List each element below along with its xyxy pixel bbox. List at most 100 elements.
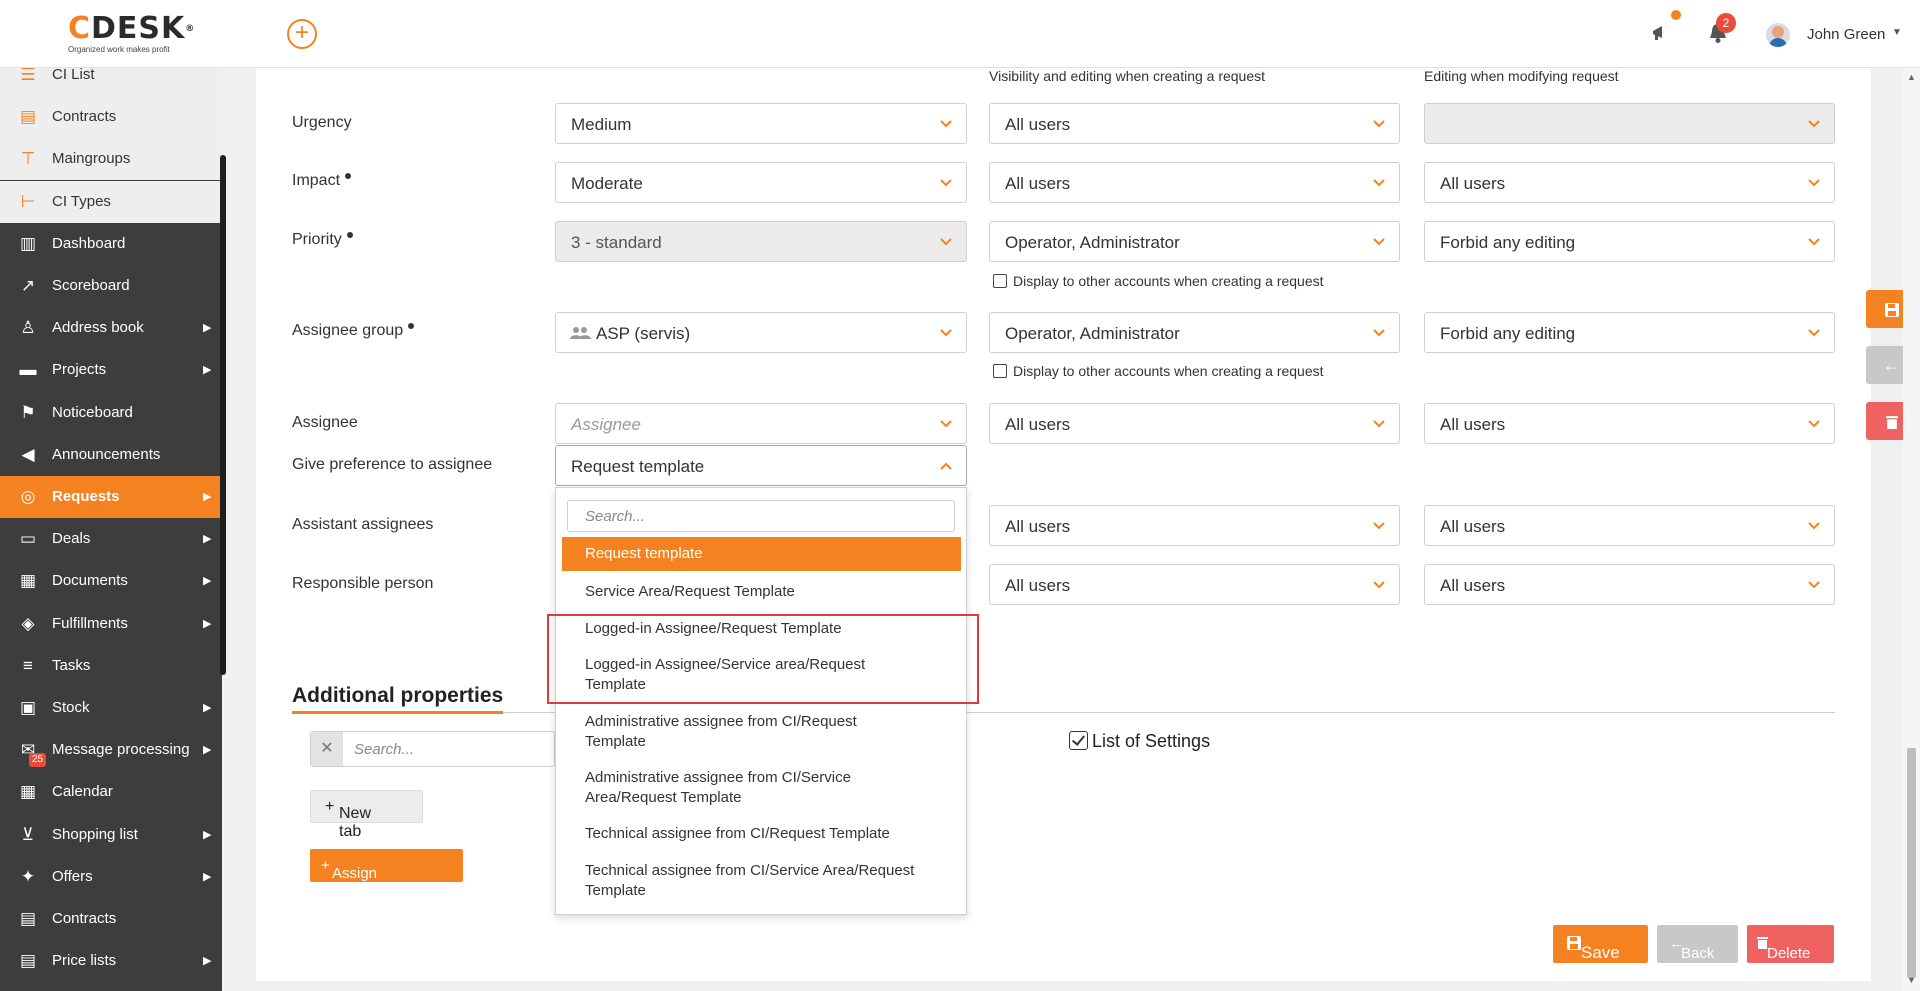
urgency-visibility-select[interactable]: All users (989, 103, 1400, 144)
sidebar-item-dashboard[interactable]: ▥ Dashboard (0, 223, 222, 265)
sidebar-item-contracts[interactable]: ▤ Contracts (0, 96, 222, 139)
sidebar-item-stock[interactable]: ▣ Stock ▶ (0, 687, 222, 729)
chevron-down-icon[interactable]: ▼ (1892, 27, 1902, 38)
assistant-visibility-select[interactable]: All users (989, 505, 1400, 546)
chevron-right-icon: ▶ (203, 322, 212, 335)
avatar[interactable] (1766, 23, 1790, 47)
chevron-right-icon: ▶ (203, 702, 212, 714)
sidebar-item-label: Message processing (52, 741, 190, 759)
sidebar-scrollbar[interactable] (220, 155, 226, 675)
logo[interactable]: CDESK® Organized work makes profit (68, 14, 195, 55)
sidebar-item-announcements[interactable]: ◀ Announcements (0, 434, 222, 476)
chevron-right-icon: ▶ (203, 533, 212, 546)
assignee-group-visibility-select[interactable]: Operator, Administrator (989, 312, 1400, 353)
sidebar-item-projects[interactable]: ▬ Projects ▶ (0, 349, 222, 391)
assignee-group-display-other-checkbox[interactable]: Display to other accounts when creating … (993, 363, 1324, 379)
notification-badge: 2 (1716, 13, 1736, 33)
sidebar-item-ci-list[interactable]: ☰ CI List (0, 68, 222, 96)
sidebar-item-scoreboard[interactable]: ↗ Scoreboard (0, 265, 222, 307)
sidebar-item-label: Contracts (52, 910, 117, 927)
dropdown-option[interactable]: Administrative assignee from CI/Request … (562, 712, 902, 752)
impact-editing-select[interactable]: All users (1424, 162, 1835, 203)
section-underline (292, 711, 503, 714)
sidebar-item-contracts[interactable]: ▤ Contracts (0, 898, 222, 940)
sidebar-item-price-lists[interactable]: ▤ Price lists ▶ (0, 940, 222, 982)
responsible-visibility-select[interactable]: All users (989, 564, 1400, 605)
chevron-right-icon: ▶ (203, 617, 212, 630)
assignee-group-select[interactable]: ASP (servis) (555, 312, 967, 353)
logo-tagline: Organized work makes profit (68, 45, 170, 54)
responsible-editing-select[interactable]: All users (1424, 564, 1835, 605)
new-tab-button[interactable]: + New tab (310, 790, 423, 840)
list-of-settings-checkbox[interactable]: List of Settings (1069, 731, 1210, 752)
stock-icon: ▣ (19, 698, 37, 717)
dropdown-option[interactable]: Administrative assignee from CI/Service … (562, 768, 882, 808)
trash-icon (1885, 416, 1898, 429)
sidebar: ☰ CI List ▤ Contracts ⊤ Maingroups ⊢ CI Types ▥ D… (0, 68, 222, 991)
dropdown-option[interactable]: Technical assignee from CI/Request Templ… (562, 824, 961, 844)
noticeboard-icon: ⚑ (20, 402, 36, 422)
dropdown-option[interactable]: Service Area/Request Template (562, 582, 961, 602)
sidebar-item-offers[interactable]: ✦ Offers ▶ (0, 856, 222, 898)
page-scrollbar[interactable]: ▲ ▼ (1903, 68, 1920, 991)
sidebar-item-deals[interactable]: ▭ Deals ▶ (0, 518, 222, 560)
sidebar-item-requests[interactable]: ◎ Requests ▶ (0, 476, 222, 518)
sidebar-item-documents[interactable]: ▦ Documents ▶ (0, 560, 222, 602)
assistant-assignees-label: Assistant assignees (292, 516, 434, 533)
sidebar-item-message-processing[interactable]: ✉ Message processing ▶ 25 (0, 729, 222, 771)
assignee-group-label: Assignee group (292, 322, 415, 340)
sidebar-item-shopping-list[interactable]: ⊻ Shopping list ▶ (0, 814, 222, 856)
delete-button[interactable]: Delete (1747, 925, 1834, 963)
priority-editing-select[interactable]: Forbid any editing (1424, 221, 1835, 262)
sidebar-item-fulfillments[interactable]: ◈ Fulfillments ▶ (0, 603, 222, 645)
sidebar-item-label: Deals (52, 530, 91, 548)
impact-select[interactable]: Moderate (555, 162, 967, 203)
priority-visibility-select[interactable]: Operator, Administrator (989, 221, 1400, 262)
chevron-right-icon: ▶ (203, 744, 212, 757)
responsible-person-label: Responsible person (292, 575, 434, 592)
assignee-group-editing-select[interactable]: Forbid any editing (1424, 312, 1835, 353)
property-search-input[interactable]: ✕ Search... (310, 731, 555, 767)
sidebar-item-address-book[interactable]: ♙ Address book ▶ (0, 307, 222, 349)
impact-visibility-select[interactable]: All users (989, 162, 1400, 203)
user-name[interactable]: John Green (1807, 26, 1885, 43)
sidebar-item-ci-types[interactable]: ⊢ CI Types (0, 180, 222, 223)
assistant-editing-select[interactable]: All users (1424, 505, 1835, 546)
sidebar-item-calendar[interactable]: ▦ Calendar (0, 771, 222, 813)
sidebar-item-maingroups[interactable]: ⊤ Maingroups (0, 138, 222, 181)
chevron-right-icon: ▶ (203, 828, 212, 841)
dropdown-option[interactable]: Request template (562, 537, 961, 571)
ci-types-icon: ⊢ (20, 191, 36, 211)
priority-label: Priority (292, 231, 353, 249)
gift-icon: ✦ (20, 866, 36, 886)
add-new-button[interactable]: + (287, 19, 317, 49)
sidebar-item-label: Stock (52, 699, 90, 716)
box-icon: ◈ (21, 613, 35, 633)
group-icon (570, 327, 591, 339)
dropdown-search-input[interactable]: Search... (567, 500, 955, 532)
assignee-editing-select[interactable]: All users (1424, 403, 1835, 444)
give-preference-select[interactable]: Request template (555, 445, 967, 486)
sidebar-item-label: Price lists (52, 952, 117, 970)
sidebar-item-label: Noticeboard (52, 403, 133, 421)
assign-property-button[interactable]: + Assign property (310, 849, 463, 899)
scoreboard-icon: ↗ (20, 276, 36, 295)
back-button[interactable]: ← Back (1657, 925, 1738, 963)
save-button[interactable]: Save (1553, 925, 1648, 963)
sidebar-item-label: CI Types (52, 192, 111, 210)
megaphone-icon: ◀ (21, 444, 35, 464)
contract-icon: ▤ (19, 107, 37, 127)
assignee-visibility-select[interactable]: All users (989, 403, 1400, 444)
chevron-right-icon: ▶ (203, 364, 212, 377)
sidebar-item-label: Shopping list (52, 825, 138, 843)
sidebar-item-label: Maingroups (52, 150, 131, 168)
dropdown-option[interactable]: Technical assignee from CI/Service Area/… (562, 861, 942, 901)
sidebar-item-noticeboard[interactable]: ⚑ Noticeboard (0, 392, 222, 434)
megaphone-icon[interactable] (1650, 22, 1672, 50)
top-header: CDESK® Organized work makes profit + 2 J… (0, 0, 1920, 68)
assignee-select[interactable]: Assignee (555, 403, 967, 444)
sidebar-item-tasks[interactable]: ≡ Tasks (0, 645, 222, 687)
urgency-select[interactable]: Medium (555, 103, 967, 144)
priority-display-other-checkbox[interactable]: Display to other accounts when creating … (993, 273, 1324, 289)
sidebar-item-label: CI List (52, 68, 95, 83)
